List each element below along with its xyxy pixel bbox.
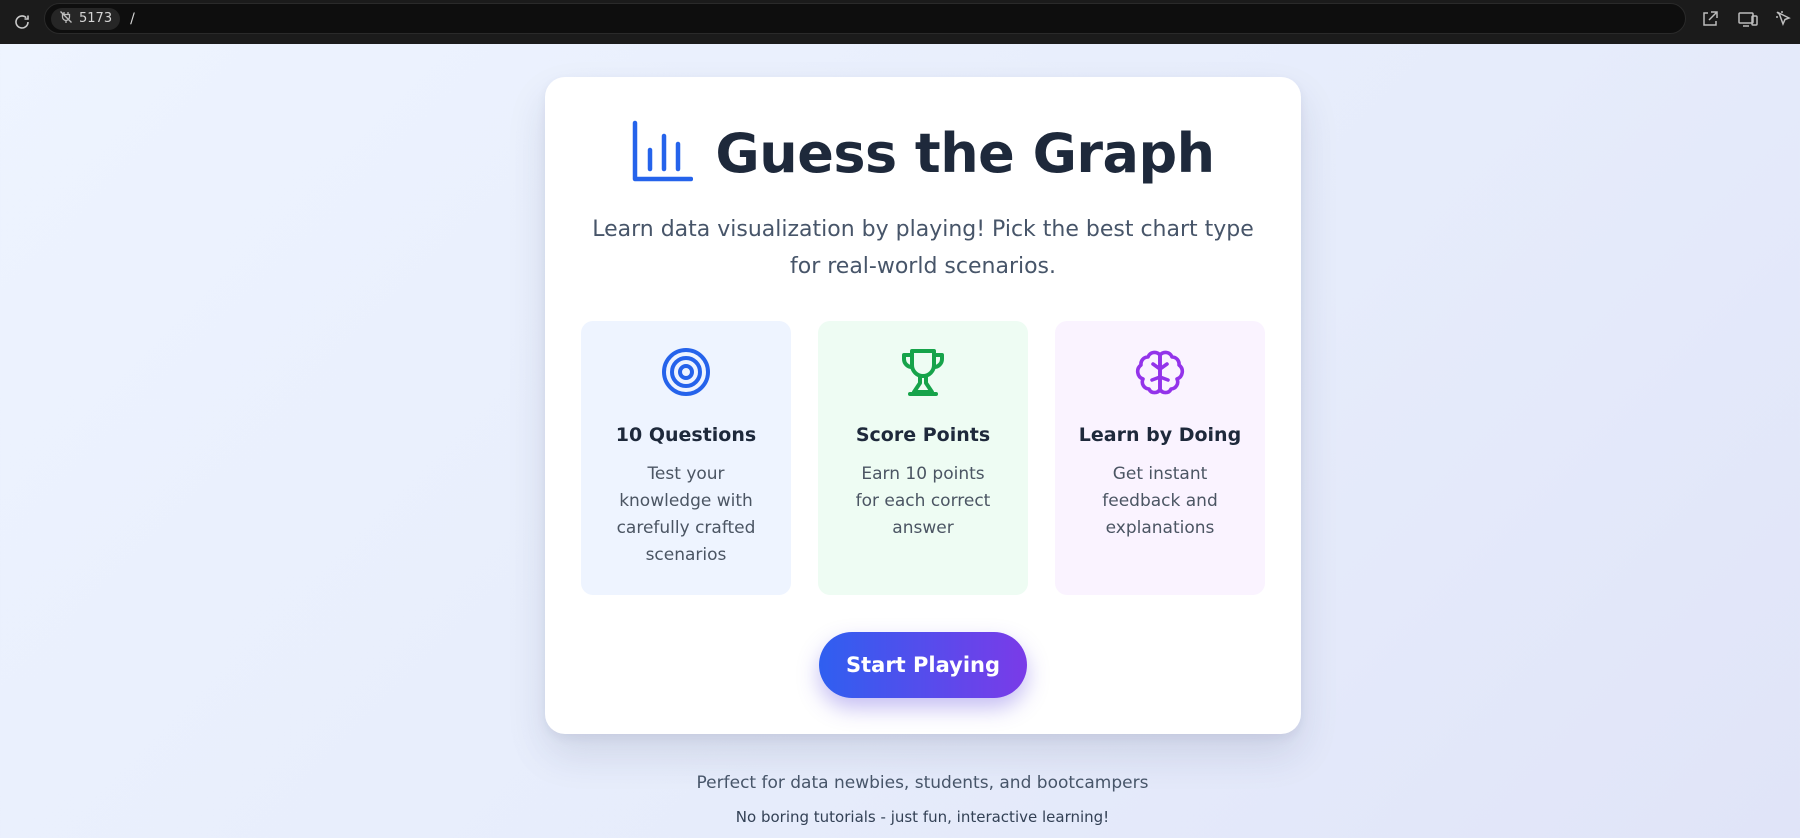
page-subtitle: Learn data visualization by playing! Pic…: [592, 217, 1254, 279]
target-icon: [661, 347, 711, 397]
open-external-icon[interactable]: [1696, 5, 1724, 33]
feature-card-score: Score Points Earn 10 points for each cor…: [818, 321, 1028, 595]
welcome-card: Guess the Graph Learn data visualization…: [545, 77, 1301, 734]
feature-title: 10 Questions: [615, 424, 757, 446]
url-path: /: [130, 10, 135, 27]
title-row: Guess the Graph: [545, 117, 1301, 189]
start-playing-button[interactable]: Start Playing: [819, 632, 1027, 698]
feature-description: Get instant feedback and explanations: [1102, 464, 1218, 538]
no-plug-icon: [59, 10, 73, 28]
trophy-icon: [898, 347, 948, 397]
browser-toolbar: 5173 /: [0, 0, 1800, 44]
feature-card-learn: Learn by Doing Get instant feedback and …: [1055, 321, 1265, 595]
port-label: 5173: [79, 11, 113, 26]
footer-audience-text: Perfect for data newbies, students, and …: [696, 773, 1149, 793]
feature-card-questions: 10 Questions Test your knowledge with ca…: [581, 321, 791, 595]
reload-icon[interactable]: [8, 8, 36, 36]
feature-description: Test your knowledge with carefully craft…: [616, 464, 756, 565]
port-badge[interactable]: 5173: [51, 7, 121, 30]
brain-icon: [1135, 347, 1185, 397]
footer-tagline-text: No boring tutorials - just fun, interact…: [735, 808, 1110, 826]
feature-list: 10 Questions Test your knowledge with ca…: [581, 321, 1265, 595]
feature-title: Learn by Doing: [1078, 424, 1242, 446]
page-title: Guess the Graph: [715, 121, 1215, 185]
address-bar[interactable]: 5173 /: [44, 3, 1686, 34]
feature-description: Earn 10 points for each correct answer: [855, 464, 991, 538]
device-toggle-icon[interactable]: [1734, 5, 1762, 33]
inspect-cursor-icon[interactable]: [1770, 5, 1798, 33]
feature-title: Score Points: [855, 424, 991, 446]
bar-chart-icon: [631, 120, 694, 187]
